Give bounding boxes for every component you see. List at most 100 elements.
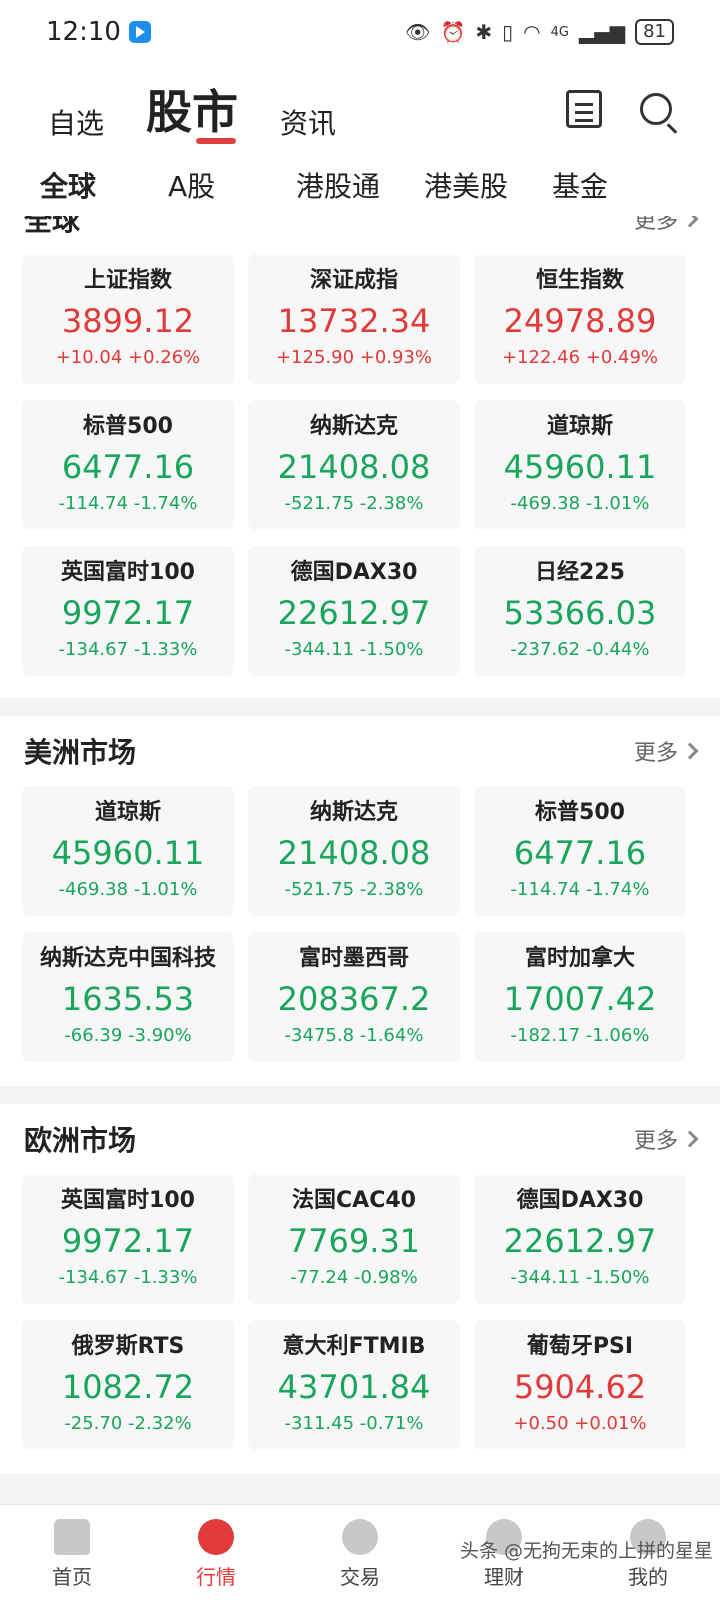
index-grid: 上证指数 3899.12 +10.04 +0.26% 深证成指 13732.34 +125… — [0, 254, 720, 676]
index-change: -77.24 -0.98% — [290, 1267, 418, 1288]
index-change: -114.74 -1.74% — [510, 879, 650, 900]
index-name: 富时加拿大 — [524, 946, 635, 971]
index-value: 17007.42 — [503, 980, 657, 1018]
index-card[interactable]: 深证成指 13732.34 +125.90 +0.93% — [248, 254, 460, 384]
index-value: 22612.97 — [277, 594, 431, 632]
more-link[interactable]: 更多 — [633, 735, 699, 767]
subtab-hk-us[interactable]: 港美股 — [424, 165, 552, 205]
index-value: 3899.12 — [61, 302, 195, 340]
index-change: -134.67 -1.33% — [58, 1267, 198, 1288]
index-value: 7769.31 — [287, 1222, 421, 1260]
index-change: +122.46 +0.49% — [501, 347, 659, 368]
index-change: -469.38 -1.01% — [510, 493, 650, 514]
index-card[interactable]: 恒生指数 24978.89 +122.46 +0.49% — [474, 254, 686, 384]
index-name: 上证指数 — [83, 268, 172, 293]
index-card[interactable]: 富时加拿大 17007.42 -182.17 -1.06% — [474, 932, 686, 1062]
subtab-global[interactable]: 全球 — [40, 165, 168, 205]
network-type: 4G — [550, 24, 569, 40]
index-change: +10.04 +0.26% — [55, 347, 201, 368]
index-name: 纳斯达克中国科技 — [39, 946, 216, 971]
watermark-text: 头条 @无拘无束的上拼的星星 — [460, 1540, 714, 1562]
index-name: 恒生指数 — [535, 268, 624, 293]
subtab-fund[interactable]: 基金 — [552, 165, 680, 205]
index-card[interactable]: 葡萄牙PSI 5904.62 +0.50 +0.01% — [474, 1320, 686, 1450]
index-card[interactable]: 意大利FTMIB 43701.84 -311.45 -0.71% — [248, 1320, 460, 1450]
index-name: 英国富时100 — [61, 560, 195, 585]
index-name: 纳斯达克 — [309, 800, 398, 825]
index-grid: 英国富时100 9972.17 -134.67 -1.33% 法国CAC40 7769.… — [0, 1174, 720, 1450]
index-card[interactable]: 德国DAX30 22612.97 -344.11 -1.50% — [248, 546, 460, 676]
index-change: -521.75 -2.38% — [284, 493, 424, 514]
index-card[interactable]: 标普500 6477.16 -114.74 -1.74% — [22, 400, 234, 530]
vibrate-icon: ▯ — [502, 20, 514, 44]
index-change: -3475.8 -1.64% — [284, 1025, 424, 1046]
index-name: 日经225 — [535, 560, 625, 585]
index-card[interactable]: 英国富时100 9972.17 -134.67 -1.33% — [22, 1174, 234, 1304]
index-name: 葡萄牙PSI — [526, 1334, 634, 1359]
index-card[interactable]: 纳斯达克中国科技 1635.53 -66.39 -3.90% — [22, 932, 234, 1062]
nav-label: 交易 — [340, 1565, 380, 1589]
index-name: 道琼斯 — [546, 414, 613, 439]
search-icon[interactable] — [640, 93, 672, 125]
section-europe: 欧洲市场 更多 英国富时100 9972.17 -134.67 -1.33% 法国CA… — [0, 1104, 720, 1474]
alarm-icon: ⏰ — [440, 20, 466, 44]
nav-label: 首页 — [52, 1565, 92, 1589]
index-value: 9972.17 — [61, 1222, 195, 1260]
index-change: -344.11 -1.50% — [284, 639, 424, 660]
index-change: -182.17 -1.06% — [510, 1025, 650, 1046]
index-grid: 道琼斯 45960.11 -469.38 -1.01% 纳斯达克 21408.08 -52… — [0, 786, 720, 1062]
index-card[interactable]: 富时墨西哥 208367.2 -3475.8 -1.64% — [248, 932, 460, 1062]
home-icon — [54, 1519, 90, 1555]
index-value: 22612.97 — [503, 1222, 657, 1260]
nav-market[interactable]: 行情 — [144, 1505, 288, 1600]
index-change: -237.62 -0.44% — [510, 639, 650, 660]
wifi-icon: ◠ — [523, 20, 541, 44]
index-card[interactable]: 上证指数 3899.12 +10.04 +0.26% — [22, 254, 234, 384]
index-card[interactable]: 英国富时100 9972.17 -134.67 -1.33% — [22, 546, 234, 676]
index-value: 24978.89 — [503, 302, 657, 340]
index-card[interactable]: 法国CAC40 7769.31 -77.24 -0.98% — [248, 1174, 460, 1304]
nav-label: 行情 — [196, 1565, 236, 1589]
index-name: 德国DAX30 — [516, 1188, 644, 1213]
index-name: 富时墨西哥 — [298, 946, 409, 971]
more-link[interactable]: 更多 — [634, 1123, 699, 1155]
section-global: 全球 更多 上证指数 3899.12 +10.04 +0.26% 深证成指 13732.… — [0, 184, 720, 698]
subtab-a-share[interactable]: A股 — [168, 165, 296, 205]
index-name: 道琼斯 — [94, 800, 161, 825]
index-card[interactable]: 道琼斯 45960.11 -469.38 -1.01% — [22, 786, 234, 916]
tab-news[interactable]: 资讯 — [280, 102, 336, 142]
index-name: 俄罗斯RTS — [71, 1334, 185, 1359]
more-label: 更多 — [633, 741, 678, 766]
index-name: 意大利FTMIB — [282, 1334, 426, 1359]
index-card[interactable]: 道琼斯 45960.11 -469.38 -1.01% — [474, 400, 686, 530]
chevron-right-icon — [681, 742, 699, 760]
index-card[interactable]: 德国DAX30 22612.97 -344.11 -1.50% — [474, 1174, 686, 1304]
index-value: 53366.03 — [503, 594, 657, 632]
calendar-icon[interactable] — [566, 90, 602, 128]
subtab-hk-connect[interactable]: 港股通 — [296, 165, 424, 205]
index-value: 21408.08 — [277, 834, 431, 872]
section-title: 美洲市场 — [24, 736, 137, 769]
index-card[interactable]: 纳斯达克 21408.08 -521.75 -2.38% — [248, 400, 460, 530]
index-card[interactable]: 日经225 53366.03 -237.62 -0.44% — [474, 546, 686, 676]
status-bar: 12:10 👁 ⏰ ✱ ▯ ◠ 4G ▂▄▆ 81 — [0, 0, 720, 64]
tab-stock-market[interactable]: 股市 — [146, 76, 238, 144]
index-card[interactable]: 标普500 6477.16 -114.74 -1.74% — [474, 786, 686, 916]
status-icons: 👁 ⏰ ✱ ▯ ◠ 4G ▂▄▆ 81 — [405, 19, 674, 45]
tab-watchlist[interactable]: 自选 — [48, 102, 104, 142]
nav-trade[interactable]: 交易 — [288, 1505, 432, 1600]
index-change: +0.50 +0.01% — [513, 1413, 647, 1434]
index-name: 法国CAC40 — [292, 1188, 416, 1213]
index-card[interactable]: 纳斯达克 21408.08 -521.75 -2.38% — [248, 786, 460, 916]
index-name: 标普500 — [83, 414, 173, 439]
nav-label: 我的 — [628, 1565, 668, 1589]
index-card[interactable]: 俄罗斯RTS 1082.72 -25.70 -2.32% — [22, 1320, 234, 1450]
index-change: +125.90 +0.93% — [275, 347, 433, 368]
nav-home[interactable]: 首页 — [0, 1505, 144, 1600]
section-header: 欧洲市场 更多 — [0, 1104, 720, 1174]
chevron-right-icon — [681, 1130, 699, 1148]
index-name: 英国富时100 — [61, 1188, 195, 1213]
status-time: 12:10 — [46, 17, 121, 47]
index-value: 1635.53 — [61, 980, 195, 1018]
index-change: -134.67 -1.33% — [58, 639, 198, 660]
